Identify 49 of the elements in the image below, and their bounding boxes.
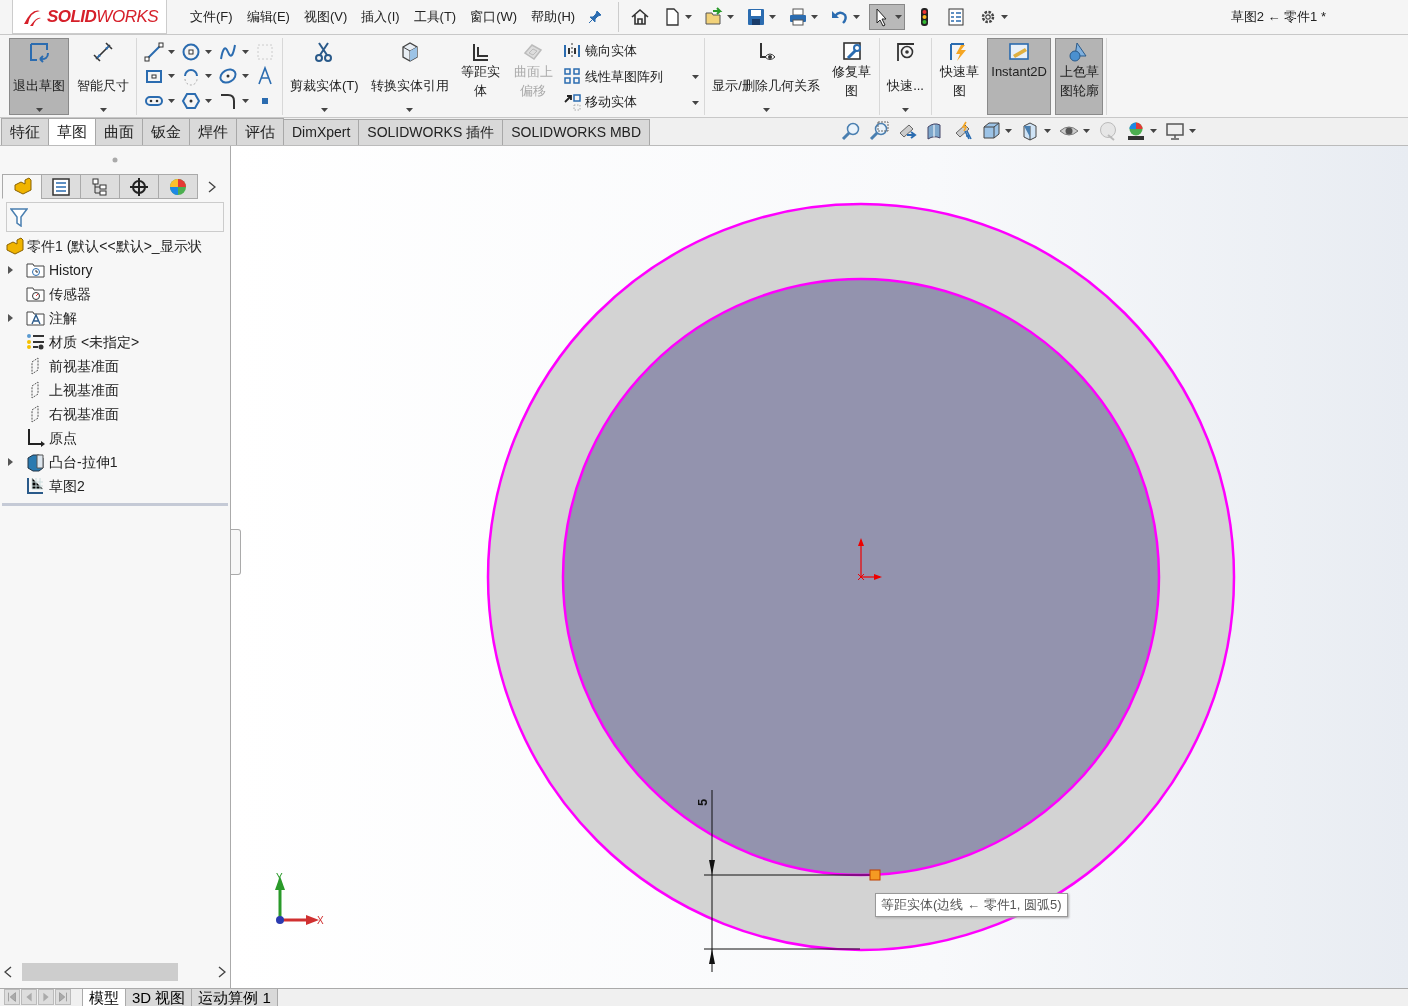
- tree-item[interactable]: 零件1 (默认<<默认>_显示状: [24, 235, 202, 257]
- ribbon-command[interactable]: 上色草图轮廓: [1054, 38, 1104, 115]
- command-tab[interactable]: 草图: [48, 117, 96, 145]
- tree-item[interactable]: 右视基准面: [0, 402, 119, 426]
- command-tab[interactable]: 钣金: [142, 117, 190, 145]
- stack-command[interactable]: 线性草图阵列: [561, 65, 702, 88]
- window-title: 草图2 ← 零件1 *: [1230, 8, 1326, 27]
- menu-item[interactable]: 插入(I): [354, 7, 407, 27]
- menu-item[interactable]: 文件(F): [183, 7, 240, 27]
- axis-label: X: [317, 915, 324, 926]
- command-tab[interactable]: 评估: [236, 117, 284, 145]
- view-tab[interactable]: 运动算例 1: [191, 989, 278, 1006]
- ribbon-command[interactable]: 转换实体引用: [366, 38, 453, 115]
- ribbon-command[interactable]: 等距实体: [456, 38, 505, 115]
- menu-item[interactable]: 工具(T): [406, 7, 464, 27]
- ribbon-command[interactable]: 智能尺寸: [73, 38, 133, 115]
- ribbon-command[interactable]: 剪裁实体(T): [286, 38, 363, 115]
- tree-item[interactable]: 传感器: [0, 282, 91, 306]
- menu-item[interactable]: 窗口(W): [463, 7, 525, 27]
- ribbon-command[interactable]: 快速草图: [934, 38, 984, 115]
- tree-item[interactable]: 凸台-拉伸1: [0, 450, 118, 474]
- tooltip: 等距实体(边线 ← 零件1, 圆弧5): [875, 893, 1068, 917]
- tree-item[interactable]: 原点: [0, 426, 77, 450]
- stack-command[interactable]: 镜向实体: [561, 40, 702, 62]
- dimension-value[interactable]: 5: [695, 798, 710, 806]
- command-tab[interactable]: 焊件: [189, 117, 237, 145]
- menu-item[interactable]: 视图(V): [296, 7, 355, 27]
- menu-item[interactable]: 帮助(H): [524, 7, 583, 27]
- view-tab[interactable]: 模型: [82, 989, 126, 1006]
- ribbon-command[interactable]: Instant2D: [987, 38, 1051, 115]
- command-tab[interactable]: SOLIDWORKS 插件: [358, 119, 504, 145]
- stack-command[interactable]: 移动实体: [561, 91, 702, 113]
- menu-item[interactable]: 编辑(E): [239, 7, 297, 27]
- command-tab[interactable]: 特征: [1, 117, 49, 145]
- ribbon-command[interactable]: 快速...: [883, 38, 928, 115]
- command-tab[interactable]: SOLIDWORKS MBD: [502, 119, 651, 145]
- command-tab[interactable]: DimXpert: [283, 119, 360, 145]
- tree-item[interactable]: 注解: [0, 306, 77, 330]
- tree-item[interactable]: 上视基准面: [0, 378, 119, 402]
- ribbon-command[interactable]: 修复草图: [827, 38, 877, 115]
- view-tab[interactable]: 3D 视图: [125, 989, 193, 1006]
- tree-item[interactable]: History: [0, 258, 93, 282]
- command-tab[interactable]: 曲面: [95, 117, 143, 145]
- ribbon-command[interactable]: 退出草图: [9, 38, 69, 115]
- tree-item[interactable]: 前视基准面: [0, 354, 119, 378]
- logo-text: SOLIDWORKS: [46, 5, 159, 28]
- tree-item[interactable]: 材质 <未指定>: [0, 330, 140, 354]
- ribbon-command[interactable]: 显示/删除几何关系: [708, 38, 824, 115]
- tree-item[interactable]: 草图2: [0, 474, 85, 498]
